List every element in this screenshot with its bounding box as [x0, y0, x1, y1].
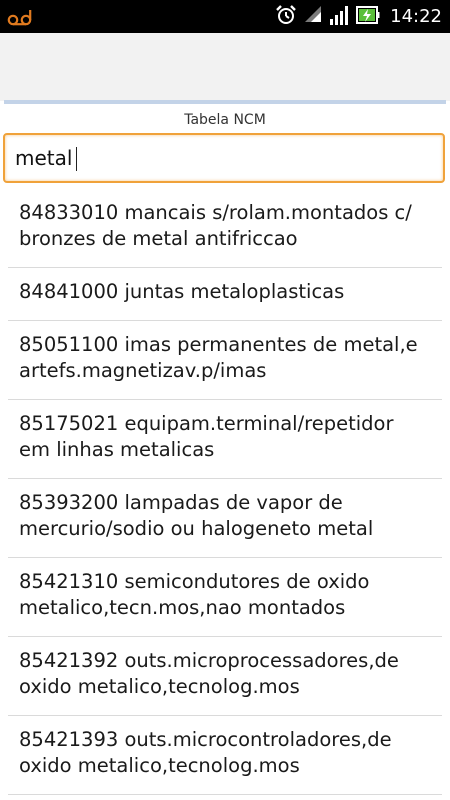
status-icons: 14:22 — [275, 0, 442, 33]
list-item[interactable]: 84841000 juntas metaloplasticas — [8, 268, 442, 321]
alarm-icon — [275, 4, 297, 30]
search-box[interactable] — [3, 133, 445, 183]
list-item-text: 85421310 semicondutores de oxido metalic… — [19, 570, 370, 619]
list-item[interactable]: 85175021 equipam.terminal/repetidor em l… — [8, 400, 442, 479]
clock: 14:22 — [390, 6, 442, 27]
list-item-text: 85421393 outs.microcontroladores,de oxid… — [19, 728, 392, 777]
list-item-text: 85175021 equipam.terminal/repetidor em l… — [19, 412, 394, 461]
list-item-text: 84833010 mancais s/rolam.montados c/ bro… — [19, 201, 412, 250]
status-bar: 14:22 — [0, 0, 450, 33]
battery-charging-icon — [356, 4, 380, 30]
list-item[interactable]: 85421393 outs.microcontroladores,de oxid… — [8, 716, 442, 795]
list-item-text: 85421392 outs.microprocessadores,de oxid… — [19, 649, 399, 698]
list-item[interactable]: 85393200 lampadas de vapor de mercurio/s… — [8, 479, 442, 558]
section-title: Tabela NCM — [184, 112, 266, 128]
list-item[interactable]: 85421310 semicondutores de oxido metalic… — [8, 558, 442, 637]
list-item-text: 84841000 juntas metaloplasticas — [19, 280, 345, 303]
results-list: 84833010 mancais s/rolam.montados c/ bro… — [0, 189, 450, 795]
search-input[interactable] — [15, 135, 415, 181]
voicemail-icon — [7, 7, 33, 31]
list-item[interactable]: 85421392 outs.microprocessadores,de oxid… — [8, 637, 442, 716]
text-cursor — [76, 147, 77, 171]
list-item[interactable]: 85051100 imas permanentes de metal,e art… — [8, 321, 442, 400]
list-item-text: 85051100 imas permanentes de metal,e art… — [19, 333, 418, 382]
app-bar — [0, 33, 450, 101]
signal-icon — [329, 4, 349, 30]
list-item-text: 85393200 lampadas de vapor de mercurio/s… — [19, 491, 374, 540]
list-item[interactable]: 84833010 mancais s/rolam.montados c/ bro… — [8, 189, 442, 268]
app-bar-divider — [4, 100, 446, 104]
wifi-icon — [304, 5, 322, 29]
